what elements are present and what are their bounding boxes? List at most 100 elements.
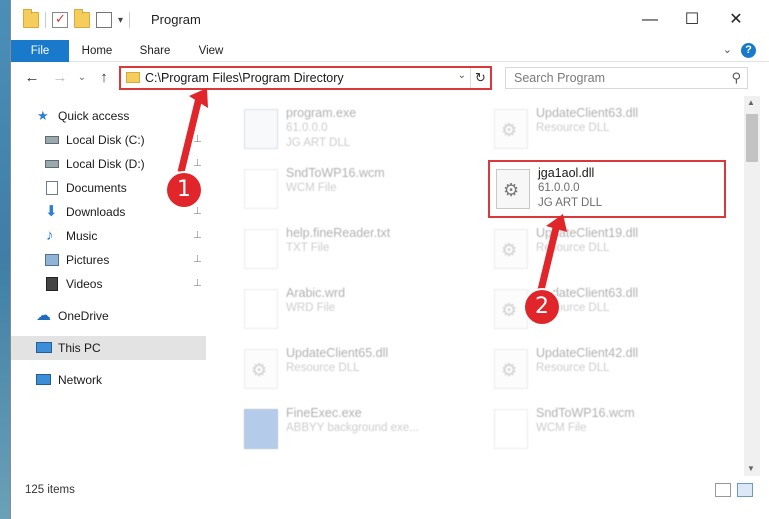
maximize-button[interactable]: ☐ — [677, 8, 707, 32]
file-tile[interactable]: ⚙ UpdateClient63.dll Resource DLL — [486, 100, 726, 158]
scroll-up-arrow-icon[interactable]: ▲ — [747, 98, 755, 107]
dll-file-icon: ⚙ — [494, 289, 528, 329]
file-name: UpdateClient65.dll — [286, 346, 389, 360]
quick-access-toolbar: ▾ — [23, 9, 131, 28]
pin-icon: ⊥ — [193, 278, 202, 289]
vertical-scrollbar[interactable]: ▲ ▼ — [744, 96, 760, 476]
document-file-icon — [244, 289, 278, 329]
dll-file-icon: ⚙ — [494, 349, 528, 389]
file-tile[interactable]: program.exe 61.0.0.0 JG ART DLL — [236, 100, 476, 158]
sidebar-item-label: Pictures — [66, 253, 110, 267]
download-icon: ⬇ — [45, 203, 58, 220]
close-button[interactable]: ✕ — [721, 8, 751, 32]
properties-icon[interactable] — [96, 12, 112, 28]
refresh-button[interactable]: ↻ — [470, 68, 490, 88]
exe-file-icon — [244, 109, 278, 149]
file-tile[interactable]: ⚙ UpdateClient63.dll Resource DLL — [486, 280, 726, 338]
customize-toolbar-chevron-icon[interactable]: ▾ — [118, 15, 123, 26]
document-file-icon — [244, 229, 278, 269]
sidebar-item-network[interactable]: Network — [11, 368, 206, 392]
dll-file-icon: ⚙ — [496, 169, 530, 209]
file-tile[interactable]: ⚙ UpdateClient42.dll Resource DLL — [486, 340, 726, 398]
step1-badge: 1 — [167, 173, 201, 207]
address-bar[interactable]: C:\Program Files\Program Directory ⌄ ↻ — [119, 66, 492, 90]
file-tile[interactable]: ⚙ UpdateClient65.dll Resource DLL — [236, 340, 476, 398]
sidebar-item-pictures[interactable]: Pictures ⊥ — [11, 248, 206, 272]
step2-badge: 2 — [525, 290, 559, 324]
file-name: SndToWP16.wcm — [536, 406, 635, 420]
file-explorer-window: ▾ Program — ☐ ✕ File Home Share View ⌄ ?… — [10, 0, 769, 519]
item-count: 125 items — [25, 484, 75, 496]
forward-button[interactable]: → — [51, 68, 69, 88]
tab-file[interactable]: File — [11, 40, 69, 62]
file-description: ABBYY background exe... — [286, 422, 419, 434]
computer-icon — [36, 342, 52, 353]
file-tile[interactable]: SndToWP16.wcm WCM File — [486, 400, 726, 458]
sidebar-item-label: Music — [66, 229, 98, 243]
exe-file-icon — [244, 409, 278, 449]
ribbon-tabs: File Home Share View ⌄ ? — [11, 40, 769, 62]
cloud-icon: ☁ — [36, 307, 51, 324]
search-input[interactable]: Search Program ⚲ — [505, 67, 748, 89]
file-type: WCM File — [286, 182, 337, 194]
sidebar-item-this-pc[interactable]: This PC — [11, 336, 206, 360]
back-button[interactable]: ← — [23, 68, 41, 88]
sidebar-item-videos[interactable]: Videos ⊥ — [11, 272, 206, 296]
new-folder-icon[interactable] — [74, 9, 90, 28]
sidebar-item-local-disk-d[interactable]: Local Disk (D:) ⊥ — [11, 152, 206, 176]
document-file-icon — [494, 409, 528, 449]
navigation-bar: ← → ⌄ ↑ C:\Program Files\Program Directo… — [11, 62, 769, 94]
sidebar-item-quick-access[interactable]: ★ Quick access — [11, 104, 206, 128]
file-tile[interactable]: FineExec.exe ABBYY background exe... — [236, 400, 476, 458]
up-button[interactable]: ↑ — [95, 68, 113, 88]
sidebar-item-label: Videos — [66, 277, 103, 291]
dll-file-icon: ⚙ — [494, 109, 528, 149]
sidebar-item-label: OneDrive — [58, 309, 109, 323]
file-type: WCM File — [536, 422, 587, 434]
address-path[interactable]: C:\Program Files\Program Directory — [145, 71, 344, 85]
recent-locations-chevron-icon[interactable]: ⌄ — [73, 68, 91, 88]
search-placeholder: Search Program — [514, 71, 606, 85]
toolbar-separator — [45, 12, 46, 28]
file-name: UpdateClient42.dll — [536, 346, 639, 360]
file-tile[interactable]: Arabic.wrd WRD File — [236, 280, 476, 338]
file-description: JG ART DLL — [538, 197, 603, 209]
properties-check-icon[interactable] — [52, 11, 68, 28]
search-icon[interactable]: ⚲ — [731, 70, 741, 86]
title-bar: ▾ Program — ☐ ✕ — [11, 0, 769, 40]
minimize-button[interactable]: — — [635, 8, 665, 32]
file-name: UpdateClient19.dll — [536, 226, 639, 240]
large-icons-view-icon[interactable] — [737, 483, 753, 497]
navigation-pane: ★ Quick access Local Disk (C:) ⊥ Local D… — [11, 96, 206, 474]
tab-share[interactable]: Share — [135, 40, 175, 62]
videos-icon — [46, 277, 58, 291]
file-type: TXT File — [286, 242, 330, 254]
file-tile[interactable]: ⚙ UpdateClient19.dll Resource DLL — [486, 220, 726, 278]
sidebar-item-music[interactable]: ♪ Music ⊥ — [11, 224, 206, 248]
scrollbar-thumb[interactable] — [746, 114, 758, 162]
music-icon: ♪ — [46, 227, 54, 244]
file-tile[interactable]: SndToWP16.wcm WCM File — [236, 160, 476, 218]
file-tile[interactable]: help.fineReader.txt TXT File — [236, 220, 476, 278]
file-name: program.exe — [286, 106, 357, 120]
drive-icon — [45, 160, 59, 168]
sidebar-item-local-disk-c[interactable]: Local Disk (C:) ⊥ — [11, 128, 206, 152]
file-list: program.exe 61.0.0.0 JG ART DLL ⚙ Update… — [216, 96, 746, 474]
folder-icon — [126, 72, 140, 83]
details-view-icon[interactable] — [715, 483, 731, 497]
address-dropdown-chevron-icon[interactable]: ⌄ — [458, 70, 466, 81]
document-file-icon — [244, 169, 278, 209]
scroll-down-arrow-icon[interactable]: ▼ — [747, 464, 755, 473]
help-icon[interactable]: ? — [741, 43, 756, 58]
sidebar-item-label: This PC — [58, 341, 101, 355]
file-type: Resource DLL — [536, 362, 610, 374]
tab-view[interactable]: View — [193, 40, 229, 62]
pin-icon: ⊥ — [193, 254, 202, 265]
tab-home[interactable]: Home — [77, 40, 117, 62]
sidebar-item-label: Documents — [66, 181, 127, 195]
file-tile-jga1aol-dll[interactable]: ⚙ jga1aol.dll 61.0.0.0 JG ART DLL — [488, 160, 726, 218]
ribbon-collapse-chevron-icon[interactable]: ⌄ — [723, 43, 732, 56]
sidebar-item-label: Downloads — [66, 205, 126, 219]
file-type: Resource DLL — [536, 122, 610, 134]
sidebar-item-onedrive[interactable]: ☁ OneDrive — [11, 304, 206, 328]
